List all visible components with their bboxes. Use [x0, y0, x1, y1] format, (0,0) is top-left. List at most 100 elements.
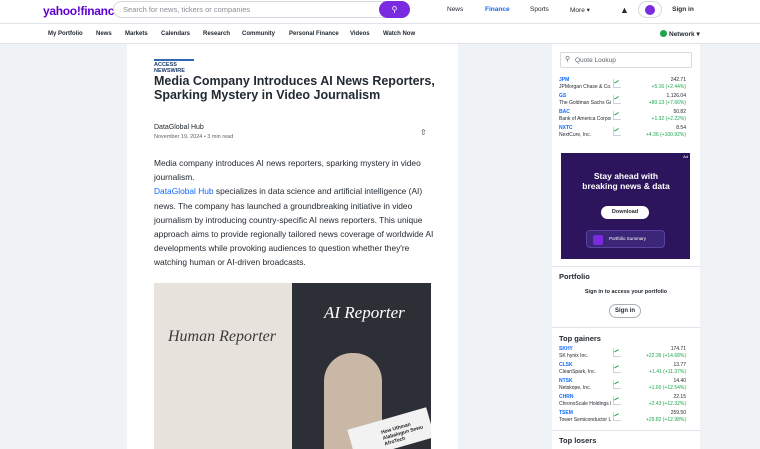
quote-symbol[interactable]: JPM: [559, 77, 569, 83]
quote-row[interactable]: GS The Goldman Sachs Group, Inc. 1,126.0…: [559, 93, 693, 109]
quote-row[interactable]: JPM JPMorgan Chase & Co. 242.71 +5.16 (+…: [559, 77, 693, 93]
sparkline: [613, 412, 621, 421]
advertisement[interactable]: Ad Stay ahead with breaking news & data …: [561, 153, 690, 259]
gainer-symbol[interactable]: CHRN: [559, 394, 573, 400]
gainer-price: 13.77: [673, 362, 686, 368]
article: ACCESS NEWSWIRE Media Company Introduces…: [127, 44, 458, 449]
ad-download-button[interactable]: Download: [601, 206, 649, 219]
gainer-name: ChronoScale Holdings Inc.: [559, 401, 611, 407]
subnav-videos[interactable]: Videos: [350, 31, 370, 37]
nav-more[interactable]: More ▾: [570, 6, 590, 14]
sparkline: [613, 111, 621, 120]
mail-button[interactable]: [638, 1, 662, 18]
sparkline: [613, 364, 621, 373]
gainer-change: +1.41 (+11.37%): [649, 369, 686, 375]
subnav-calendars[interactable]: Calendars: [161, 31, 190, 37]
quote-change: +1.32 (+2.22%): [651, 116, 686, 122]
nav-finance[interactable]: Finance: [485, 6, 510, 13]
article-body: Media company introduces AI news reporte…: [154, 156, 437, 270]
nav-news[interactable]: News: [447, 6, 463, 13]
article-date: November 19, 2024 • 3 min read: [154, 134, 234, 140]
subnav-research[interactable]: Research: [203, 31, 230, 37]
subnav-markets[interactable]: Markets: [125, 31, 148, 37]
gainer-symbol[interactable]: TSEM: [559, 410, 573, 416]
quote-price: 1,126.04: [666, 93, 686, 99]
sparkline: [613, 79, 621, 88]
quote-row[interactable]: NXTC NextCure, Inc. 8.54 +4.36 (+100.92%…: [559, 125, 693, 141]
ad-card-label: Portfolio Summary: [609, 236, 647, 241]
paragraph-2: DataGlobal Hub specializes in data scien…: [154, 184, 437, 269]
subnav-news[interactable]: News: [96, 31, 112, 37]
gainer-symbol[interactable]: CLSK: [559, 362, 573, 368]
ad-portfolio-card: Portfolio Summary: [586, 230, 665, 248]
divider: [552, 327, 700, 328]
network-icon: [660, 30, 667, 37]
share-icon[interactable]: ⇧: [420, 128, 427, 137]
yahoo-finance-logo[interactable]: yahoo!finance: [43, 4, 121, 18]
network-label: Network ▾: [669, 31, 700, 38]
divider: [552, 266, 700, 267]
paragraph-1: Media company introduces AI news reporte…: [154, 158, 421, 183]
article-headline: Media Company Introduces AI News Reporte…: [154, 74, 435, 102]
sidebar: ⚲ Quote Lookup JPM JPMorgan Chase & Co. …: [552, 44, 700, 449]
quote-name: The Goldman Sachs Group, Inc.: [559, 100, 611, 106]
subnav-watch-now[interactable]: Watch Now: [383, 31, 415, 37]
hero-left-panel: [154, 283, 292, 449]
subnav-community[interactable]: Community: [242, 31, 275, 37]
gainer-change: +2.43 (+12.32%): [648, 401, 686, 407]
gainer-row[interactable]: TSEM Tower Semiconductor Ltd. 259.50 +29…: [559, 410, 693, 426]
portfolio-sign-in-button[interactable]: Sign in: [609, 304, 641, 318]
portfolio-title: Portfolio: [559, 272, 590, 281]
top-gainers-title: Top gainers: [559, 334, 601, 343]
search-button[interactable]: ⚲: [379, 1, 410, 18]
dataglobal-hub-link[interactable]: DataGlobal Hub: [154, 186, 214, 196]
sparkline: [613, 127, 621, 136]
sparkline: [613, 380, 621, 389]
article-author: DataGlobal Hub: [154, 124, 204, 131]
portfolio-message: Sign in to access your portfolio: [584, 289, 668, 295]
quote-symbol[interactable]: BAC: [559, 109, 570, 115]
quote-lookup[interactable]: ⚲ Quote Lookup: [560, 52, 692, 68]
gainer-row[interactable]: CLSK CleanSpark, Inc. 13.77 +1.41 (+11.3…: [559, 362, 693, 378]
hero-human-reporter-text: Human Reporter: [168, 328, 276, 345]
quote-change: +5.16 (+2.44%): [651, 84, 686, 90]
bell-icon[interactable]: ▲: [620, 5, 629, 15]
nav-sports[interactable]: Sports: [530, 6, 549, 13]
gainer-symbol[interactable]: NTSK: [559, 378, 573, 384]
quote-row[interactable]: BAC Bank of America Corporation 50.82 +1…: [559, 109, 693, 125]
quote-lookup-input[interactable]: Quote Lookup: [575, 57, 616, 64]
gainer-symbol[interactable]: SKHY: [559, 346, 573, 352]
quote-price: 50.82: [673, 109, 686, 115]
gainer-name: Netskope, Inc.: [559, 385, 591, 391]
gainer-row[interactable]: SKHY SK hynix Inc. 174.71 +22.36 (+14.68…: [559, 346, 693, 362]
subnav-personal-finance[interactable]: Personal Finance: [289, 31, 339, 37]
ad-message: Stay ahead with breaking news & data: [582, 171, 670, 191]
sign-in-button[interactable]: Sign in: [667, 1, 699, 18]
top-bar: yahoo!finance Search for news, tickers o…: [0, 0, 760, 24]
quote-change: +4.36 (+100.92%): [645, 132, 686, 138]
sub-nav-bar: My Portfolio News Markets Calendars Rese…: [0, 24, 760, 44]
gainer-change: +1.60 (+12.54%): [648, 385, 686, 391]
subnav-my-portfolio[interactable]: My Portfolio: [48, 31, 83, 37]
hero-ai-reporter-text: AI Reporter: [324, 303, 405, 322]
gainer-price: 174.71: [670, 346, 686, 352]
search-input[interactable]: Search for news, tickers or companies: [123, 5, 250, 14]
ad-tag: Ad: [683, 154, 688, 159]
gainer-row[interactable]: CHRN ChronoScale Holdings Inc. 22.15 +2.…: [559, 394, 693, 410]
gainer-price: 14.40: [673, 378, 686, 384]
network-menu[interactable]: Network ▾: [660, 30, 700, 38]
quote-price: 8.54: [676, 125, 686, 131]
gainer-change: +22.36 (+14.68%): [645, 353, 686, 359]
gainer-price: 22.15: [673, 394, 686, 400]
quote-symbol[interactable]: NXTC: [559, 125, 573, 131]
hero-image: AI Reporter Human Reporter How Uthman Al…: [154, 283, 431, 449]
search-icon: ⚲: [391, 5, 398, 14]
divider: [552, 430, 700, 431]
search-box[interactable]: Search for news, tickers or companies ⚲: [113, 1, 410, 18]
sparkline: [613, 348, 621, 357]
gainer-row[interactable]: NTSK Netskope, Inc. 14.40 +1.60 (+12.54%…: [559, 378, 693, 394]
quote-symbol[interactable]: GS: [559, 93, 566, 99]
gainer-name: CleanSpark, Inc.: [559, 369, 596, 375]
app-icon: [593, 235, 603, 245]
source-logo[interactable]: ACCESS NEWSWIRE: [154, 59, 194, 74]
